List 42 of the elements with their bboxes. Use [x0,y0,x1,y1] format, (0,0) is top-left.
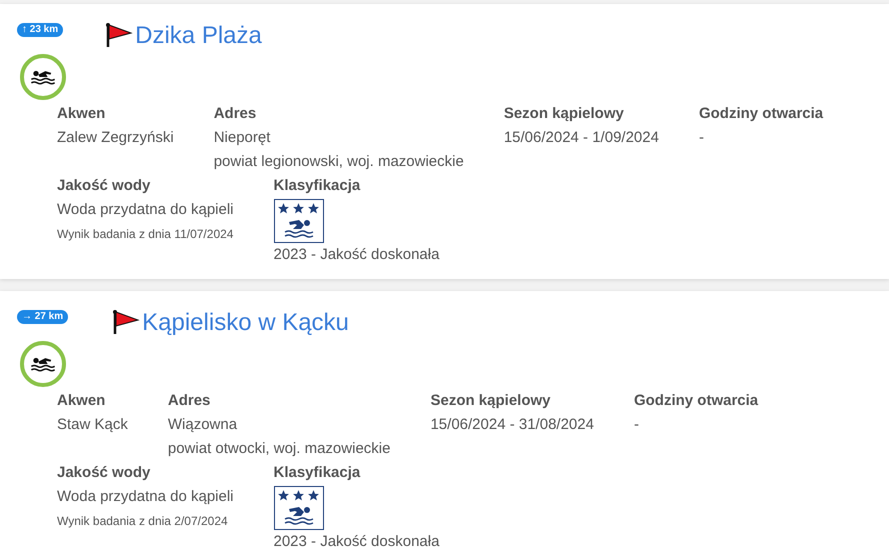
field-label: Jakość wody [57,463,152,483]
star-icon [292,202,305,215]
field-value: - [634,415,640,435]
field-value: Woda przydatna do kąpieli [57,200,234,220]
beach-title-link[interactable]: Dzika Plaża [135,24,262,48]
test-date-note: Wynik badania z dnia 2/07/2024 [57,513,229,530]
field-label: Adres [168,391,212,411]
field-label: Sezon kąpielowy [430,391,552,411]
field-label: Adres [214,104,258,124]
field-value: - [698,128,705,148]
flag-icon [105,22,134,48]
field-value: 15/06/2024 - 31/08/2024 [430,415,594,435]
star-icon [277,202,290,215]
field-label: Jakość wody [57,176,152,196]
swimming-icon [20,54,66,100]
field-label: Akwen [57,104,106,124]
field-value: 15/06/2024 - 1/09/2024 [504,128,659,148]
classification-text: 2023 - Jakość doskonała [274,532,440,552]
star-icon [307,489,320,502]
field-label: Akwen [57,391,106,411]
field-value: Wiązowna [168,415,238,435]
swimming-icon [20,341,66,387]
field-label: Klasyfikacja [274,176,362,196]
field-label: Klasyfikacja [274,463,362,483]
classification-text: 2023 - Jakość doskonała [274,245,440,265]
field-value: Zalew Zegrzyński [57,128,174,148]
test-date-note: Wynik badania z dnia 11/07/2024 [57,226,234,243]
field-value: Staw Kąck [57,415,128,435]
flag-icon [112,309,140,335]
star-icon [307,202,320,215]
field-value: powiat otwocki, woj. mazowieckie [168,439,390,459]
field-value: Woda przydatna do kąpieli [57,487,234,507]
field-label: Godziny otwarcia [634,391,758,411]
field-label: Godziny otwarcia [698,104,824,124]
beach-title-link[interactable]: Kąpielisko w Kącku [142,311,349,335]
field-value: Nieporęt [214,128,272,148]
star-icon [292,489,305,502]
star-icon [277,489,290,502]
field-value: powiat legionowski, woj. mazowieckie [214,152,464,172]
distance-badge: → 27 km [17,310,68,324]
field-label: Sezon kąpielowy [504,104,625,124]
distance-badge: ↑ 23 km [17,23,64,37]
